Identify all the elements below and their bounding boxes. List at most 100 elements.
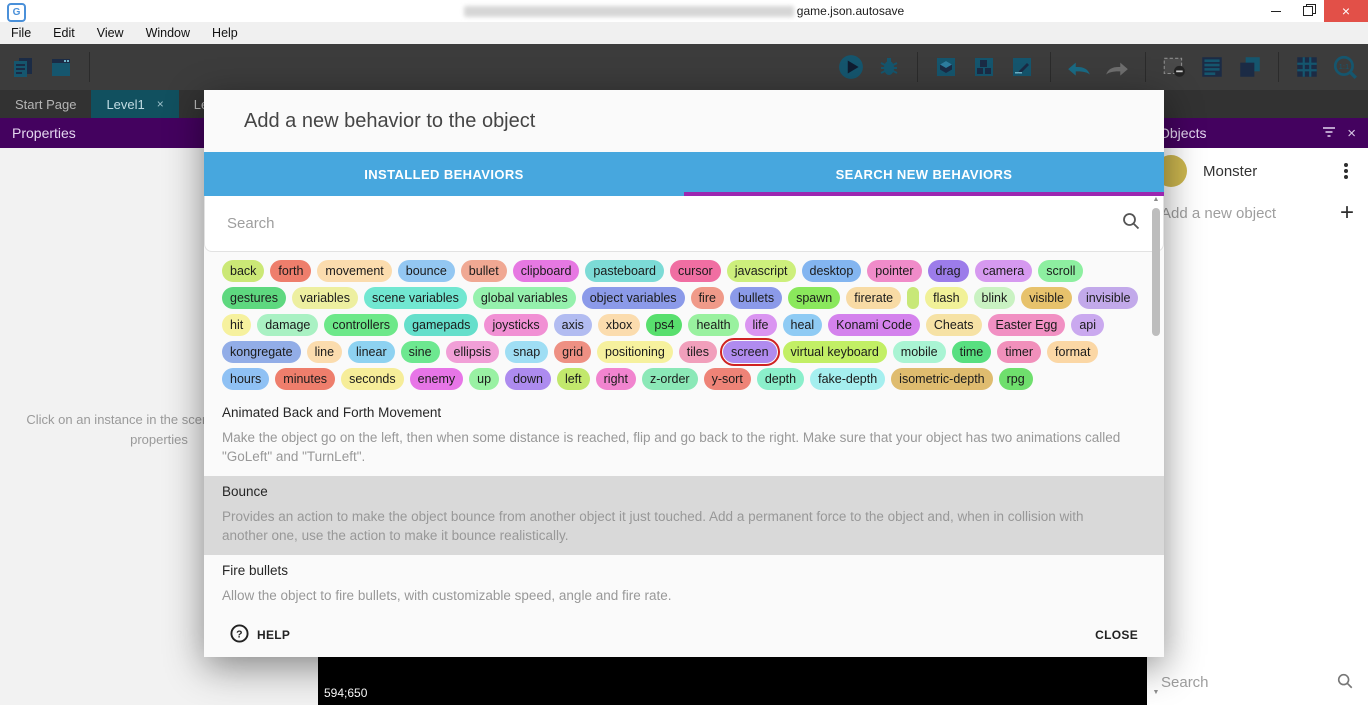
tag-chip-screen[interactable]: screen — [723, 341, 777, 363]
scroll-up-icon[interactable]: ▲ — [1150, 196, 1162, 203]
tag-chip-rpg[interactable]: rpg — [999, 368, 1033, 390]
tag-chip-life[interactable]: life — [745, 314, 777, 336]
tab-level1[interactable]: Level1 × — [91, 90, 178, 118]
restore-button[interactable] — [1292, 0, 1324, 22]
tag-chip-isometric-depth[interactable]: isometric-depth — [891, 368, 992, 390]
grid-icon[interactable] — [1294, 54, 1320, 80]
kebab-menu-icon[interactable] — [1344, 169, 1348, 173]
tag-chip-up[interactable]: up — [469, 368, 499, 390]
tag-chip-api[interactable]: api — [1071, 314, 1104, 336]
tag-chip-hit[interactable]: hit — [222, 314, 251, 336]
tag-chip-movement[interactable]: movement — [317, 260, 391, 282]
tag-chip-object-variables[interactable]: object variables — [582, 287, 685, 309]
scroll-down-icon[interactable]: ▼ — [1150, 689, 1162, 696]
tag-chip-left[interactable]: left — [557, 368, 590, 390]
tag-chip-format[interactable]: format — [1047, 341, 1098, 363]
tag-chip-desktop[interactable]: desktop — [802, 260, 862, 282]
tag-chip-grid[interactable]: grid — [554, 341, 591, 363]
tag-chip-damage[interactable]: damage — [257, 314, 318, 336]
tag-chip-y-sort[interactable]: y-sort — [704, 368, 751, 390]
tag-chip-enemy[interactable]: enemy — [410, 368, 464, 390]
scene-properties-icon[interactable] — [1009, 54, 1035, 80]
tag-chip-health[interactable]: health — [688, 314, 738, 336]
tag-chip-mobile[interactable]: mobile — [893, 341, 946, 363]
tab-close-icon[interactable]: × — [157, 97, 164, 111]
debug-icon[interactable] — [876, 54, 902, 80]
tag-chip-drag[interactable]: drag — [928, 260, 969, 282]
events-sheet-icon[interactable] — [10, 54, 36, 80]
tag-chip-javascript[interactable]: javascript — [727, 260, 796, 282]
tag-chip-bullet[interactable]: bullet — [461, 260, 507, 282]
tag-chip-right[interactable]: right — [596, 368, 636, 390]
menu-view[interactable]: View — [86, 22, 135, 44]
tab-installed-behaviors[interactable]: INSTALLED BEHAVIORS — [204, 152, 684, 196]
add-object-icon[interactable] — [933, 54, 959, 80]
tag-chip-global-variables[interactable]: global variables — [473, 287, 576, 309]
scrollbar-thumb[interactable] — [1152, 208, 1160, 336]
tag-chip-gestures[interactable]: gestures — [222, 287, 286, 309]
tag-chip-cheats[interactable]: Cheats — [926, 314, 982, 336]
tag-chip-tiles[interactable]: tiles — [679, 341, 717, 363]
tag-chip-invisible[interactable]: invisible — [1078, 287, 1138, 309]
tag-chip-bullets[interactable]: bullets — [730, 287, 782, 309]
tab-start-page[interactable]: Start Page — [0, 90, 91, 118]
tag-chip-variables[interactable]: variables — [292, 287, 358, 309]
help-button[interactable]: ? HELP — [230, 624, 290, 646]
tag-chip-camera[interactable]: camera — [975, 260, 1033, 282]
layers-icon[interactable] — [1237, 54, 1263, 80]
tag-chip-scroll[interactable]: scroll — [1038, 260, 1083, 282]
tag-chip-seconds[interactable]: seconds — [341, 368, 404, 390]
mask-icon[interactable] — [1161, 54, 1187, 80]
tag-chip-snap[interactable]: snap — [505, 341, 548, 363]
objects-search-field[interactable]: Search — [1147, 660, 1368, 705]
add-object-row[interactable]: Add a new object + — [1147, 194, 1368, 232]
menu-edit[interactable]: Edit — [42, 22, 86, 44]
tag-chip-spawn[interactable]: spawn — [788, 287, 840, 309]
tag-chip-clipboard[interactable]: clipboard — [513, 260, 580, 282]
tag-chip-cursor[interactable]: cursor — [670, 260, 721, 282]
tag-chip-gamepads[interactable]: gamepads — [404, 314, 478, 336]
tag-chip-visible[interactable]: visible — [1021, 287, 1072, 309]
dialog-scrollbar[interactable]: ▲ ▼ — [1150, 196, 1162, 702]
behavior-item-fire-bullets[interactable]: Fire bulletsAllow the object to fire bul… — [204, 555, 1164, 612]
tag-chip-joysticks[interactable]: joysticks — [484, 314, 547, 336]
tab-search-new-behaviors[interactable]: SEARCH NEW BEHAVIORS — [684, 152, 1164, 196]
tag-chip-sine[interactable]: sine — [401, 341, 440, 363]
undo-icon[interactable] — [1066, 54, 1092, 80]
object-row-monster[interactable]: Monster — [1147, 148, 1368, 194]
play-icon[interactable] — [838, 54, 864, 80]
menu-help[interactable]: Help — [201, 22, 249, 44]
behavior-item-bounce[interactable]: BounceProvides an action to make the obj… — [204, 476, 1164, 555]
tag-chip-virtual-keyboard[interactable]: virtual keyboard — [783, 341, 887, 363]
behavior-search-field[interactable]: Search — [204, 196, 1164, 252]
tag-chip-easter-egg[interactable]: Easter Egg — [988, 314, 1066, 336]
tag-chip-ps4[interactable]: ps4 — [646, 314, 682, 336]
tag-chip-controllers[interactable]: controllers — [324, 314, 398, 336]
tag-chip-blink[interactable]: blink — [974, 287, 1016, 309]
tag-chip-timer[interactable]: timer — [997, 341, 1041, 363]
tag-chip-positioning[interactable]: positioning — [597, 341, 673, 363]
filter-icon[interactable] — [1321, 124, 1337, 143]
tag-chip-fire[interactable]: fire — [691, 287, 724, 309]
tag-chip-time[interactable]: time — [952, 341, 992, 363]
tag-chip-fake-depth[interactable]: fake-depth — [810, 368, 885, 390]
tag-chip-pointer[interactable]: pointer — [867, 260, 921, 282]
instances-list-icon[interactable] — [1199, 54, 1225, 80]
tag-chip-minutes[interactable]: minutes — [275, 368, 335, 390]
tag-chip-heal[interactable]: heal — [783, 314, 823, 336]
tag-chip-bounce[interactable]: bounce — [398, 260, 455, 282]
tag-chip-line[interactable]: line — [307, 341, 342, 363]
minimize-button[interactable] — [1260, 0, 1292, 22]
tag-chip-linear[interactable]: linear — [348, 341, 395, 363]
tag-chip-flash[interactable]: flash — [925, 287, 967, 309]
tag-chip-xbox[interactable]: xbox — [598, 314, 640, 336]
menu-window[interactable]: Window — [135, 22, 201, 44]
redo-icon[interactable] — [1104, 54, 1130, 80]
tag-chip-down[interactable]: down — [505, 368, 551, 390]
plus-icon[interactable]: + — [1340, 201, 1354, 225]
close-dialog-button[interactable]: CLOSE — [1095, 628, 1138, 642]
behavior-item-animated-back-and-forth-movement[interactable]: Animated Back and Forth MovementMake the… — [204, 397, 1164, 476]
tag-chip-ellipsis[interactable]: ellipsis — [446, 341, 500, 363]
close-window-button[interactable]: × — [1324, 0, 1368, 22]
menu-file[interactable]: File — [0, 22, 42, 44]
